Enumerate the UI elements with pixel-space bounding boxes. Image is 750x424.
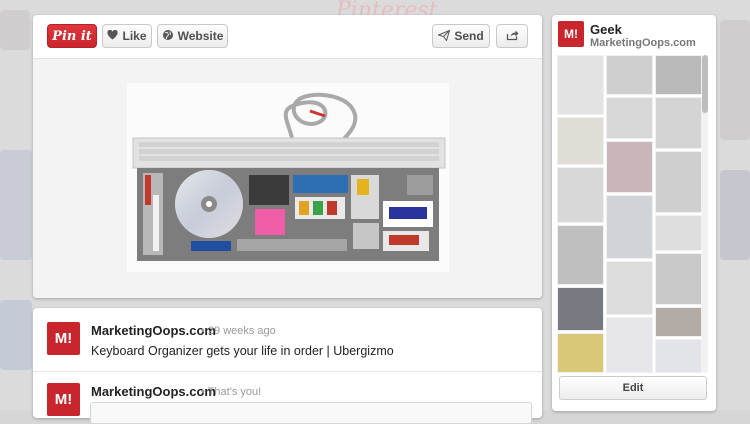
background-block: [0, 300, 32, 370]
send-button[interactable]: Send: [432, 24, 490, 48]
like-label: Like: [122, 29, 147, 43]
keyboard-organizer-illustration: [127, 83, 449, 272]
board-thumbnail[interactable]: [606, 261, 653, 315]
board-thumbnail[interactable]: [557, 333, 604, 373]
website-label: Website: [177, 29, 224, 43]
comment-input[interactable]: [90, 402, 532, 424]
comment-text: Keyboard Organizer gets your life in ord…: [91, 344, 394, 358]
comment-timestamp: • 29 weeks ago: [201, 325, 276, 337]
board-thumbnail[interactable]: [606, 317, 653, 373]
pin-it-label: Pin it: [52, 28, 92, 44]
board-thumbnail-grid: [557, 55, 704, 373]
comment-you-note: • That's you!: [201, 386, 262, 398]
share-icon: [506, 29, 519, 43]
comments-card: M! MarketingOops.com • 29 weeks ago Keyb…: [33, 308, 542, 424]
board-scrollbar[interactable]: [702, 55, 708, 373]
avatar[interactable]: M!: [47, 383, 80, 416]
board-thumbnail[interactable]: [557, 225, 604, 285]
pin-image[interactable]: [127, 83, 449, 272]
background-block: [0, 150, 32, 260]
send-label: Send: [454, 29, 484, 43]
board-thumbnail[interactable]: [606, 97, 653, 139]
board-thumbnail[interactable]: [655, 253, 702, 305]
website-button[interactable]: Website: [157, 24, 228, 48]
board-thumbnail[interactable]: [606, 141, 653, 193]
board-thumbnail[interactable]: [557, 167, 604, 223]
avatar[interactable]: M!: [47, 322, 80, 355]
pin-card: Pin it Like Website Send: [33, 15, 542, 298]
board-thumbnail[interactable]: [655, 151, 702, 213]
board-title[interactable]: Geek: [590, 22, 622, 37]
share-button[interactable]: [496, 24, 528, 48]
globe-icon: [162, 29, 174, 43]
scrollbar-thumb[interactable]: [702, 55, 708, 113]
like-button[interactable]: Like: [102, 24, 152, 48]
board-avatar[interactable]: M!: [558, 21, 584, 47]
pin-it-button[interactable]: Pin it: [47, 24, 97, 48]
paper-plane-icon: [437, 29, 451, 43]
edit-board-button[interactable]: Edit: [559, 376, 707, 400]
pin-image-area: [33, 59, 542, 298]
background-block: [720, 20, 750, 140]
board-owner[interactable]: MarketingOops.com: [590, 37, 696, 49]
board-thumbnail[interactable]: [606, 55, 653, 95]
board-thumbnail[interactable]: [557, 287, 604, 331]
comment-divider: [33, 371, 542, 372]
board-thumbnail[interactable]: [557, 117, 604, 165]
background-block: [0, 10, 30, 50]
board-thumbnail[interactable]: [655, 307, 702, 337]
board-thumbnail[interactable]: [557, 55, 604, 115]
comment-author[interactable]: MarketingOops.com: [91, 384, 216, 399]
comment-author[interactable]: MarketingOops.com: [91, 323, 216, 338]
background-block: [720, 170, 750, 260]
board-card: M! Geek MarketingOops.com Edit: [552, 15, 716, 411]
pin-toolbar: Pin it Like Website Send: [33, 15, 542, 59]
heart-icon: [107, 29, 119, 42]
board-thumbnail[interactable]: [655, 97, 702, 149]
board-thumbnail[interactable]: [655, 339, 702, 373]
board-thumbnail[interactable]: [655, 215, 702, 251]
board-thumbnail[interactable]: [655, 55, 702, 95]
board-thumbnail[interactable]: [606, 195, 653, 259]
edit-label: Edit: [622, 382, 644, 394]
